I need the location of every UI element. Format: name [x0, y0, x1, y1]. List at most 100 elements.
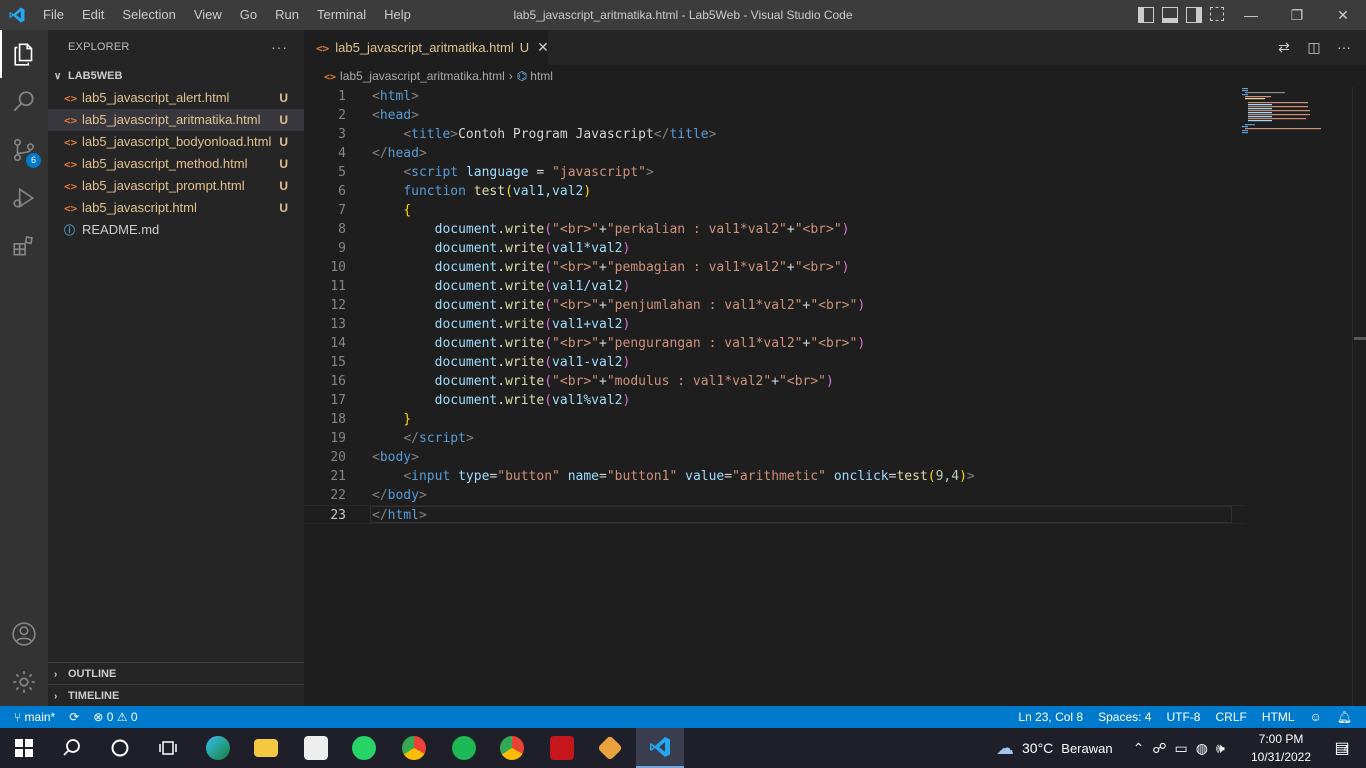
- settings-gear-icon[interactable]: [0, 658, 48, 706]
- toggle-panel-icon[interactable]: [1162, 7, 1178, 23]
- warning-count: 0: [130, 710, 138, 724]
- token: "modulus : val1*val2": [606, 374, 772, 389]
- menu-help[interactable]: Help: [375, 0, 420, 30]
- customize-layout-icon[interactable]: [1210, 7, 1224, 21]
- line-number: 2: [338, 108, 346, 123]
- run-debug-icon[interactable]: [0, 174, 48, 222]
- sync-icon[interactable]: ⟳: [69, 706, 79, 728]
- microsoft-store-icon[interactable]: [292, 728, 340, 768]
- close-button[interactable]: ✕: [1320, 0, 1366, 30]
- volume-icon[interactable]: 🕪︎: [1216, 740, 1225, 757]
- chrome-icon[interactable]: [390, 728, 438, 768]
- breadcrumb-file[interactable]: lab5_javascript_aritmatika.html: [340, 69, 505, 83]
- problems-status[interactable]: ⊗ 0 ⚠ 0: [93, 706, 137, 728]
- more-actions-icon[interactable]: ···: [271, 30, 288, 65]
- vscode-logo-icon: [9, 7, 25, 23]
- menu-run[interactable]: Run: [266, 0, 308, 30]
- breadcrumb-symbol[interactable]: html: [530, 69, 553, 83]
- file-item[interactable]: <> lab5_javascript_aritmatika.html U: [48, 109, 304, 131]
- search-icon[interactable]: [48, 728, 96, 768]
- notifications-bell-icon[interactable]: 🔔︎: [1337, 706, 1352, 728]
- line-number: 12: [330, 298, 346, 313]
- spotify-icon[interactable]: [440, 728, 488, 768]
- code-line: 20 <body>: [304, 448, 1244, 467]
- menu-view[interactable]: View: [185, 0, 231, 30]
- battery-icon[interactable]: ▭: [1175, 740, 1188, 757]
- token: body: [387, 488, 419, 503]
- git-tool-icon[interactable]: [586, 728, 634, 768]
- explorer-icon[interactable]: [0, 30, 48, 78]
- file-item[interactable]: <> lab5_javascript.html U: [48, 197, 304, 219]
- tray-overflow-icon[interactable]: ⌃: [1133, 740, 1145, 757]
- token: document: [434, 355, 498, 370]
- edge-browser-icon[interactable]: [194, 728, 242, 768]
- end-of-line[interactable]: CRLF: [1215, 706, 1246, 728]
- accounts-icon[interactable]: [0, 610, 48, 658]
- outline-section[interactable]: › OUTLINE: [48, 662, 304, 684]
- file-item[interactable]: <> lab5_javascript_method.html U: [48, 153, 304, 175]
- vertical-scrollbar[interactable]: [1352, 87, 1366, 706]
- file-item[interactable]: <> lab5_javascript_prompt.html U: [48, 175, 304, 197]
- notification-count: 4: [1343, 744, 1349, 754]
- file-name: lab5_javascript_prompt.html: [82, 178, 245, 193]
- pdf-reader-icon[interactable]: [538, 728, 586, 768]
- menu-file[interactable]: File: [34, 0, 73, 30]
- token: document: [434, 336, 498, 351]
- menu-terminal[interactable]: Terminal: [308, 0, 375, 30]
- feedback-icon[interactable]: ☺: [1310, 706, 1322, 728]
- timeline-section[interactable]: › TIMELINE: [48, 684, 304, 706]
- clock[interactable]: 7:00 PM 10/31/2022: [1248, 730, 1314, 766]
- file-explorer-icon[interactable]: [242, 728, 290, 768]
- breadcrumb: <> lab5_javascript_aritmatika.html › ⌬ html: [304, 65, 1366, 87]
- token: test: [896, 469, 928, 484]
- weather-desc[interactable]: Berawan: [1061, 741, 1112, 756]
- tab-aritmatika[interactable]: <> lab5_javascript_aritmatika.html U ✕: [304, 30, 549, 65]
- folder-lab5web[interactable]: ∨ LAB5WEB: [48, 65, 304, 87]
- toggle-sidebar-icon[interactable]: [1138, 7, 1154, 23]
- whatsapp-icon[interactable]: [340, 728, 388, 768]
- split-editor-icon[interactable]: ◫: [1306, 39, 1322, 55]
- chrome-profile-icon[interactable]: [488, 728, 536, 768]
- line-number: 17: [330, 393, 346, 408]
- token: val1%val2: [552, 393, 623, 408]
- token: "<br>": [552, 222, 600, 237]
- language-mode[interactable]: HTML: [1262, 706, 1295, 728]
- minimap[interactable]: [1240, 87, 1340, 137]
- file-item[interactable]: <> lab5_javascript_bodyonload.html U: [48, 131, 304, 153]
- encoding[interactable]: UTF-8: [1166, 706, 1200, 728]
- token: "<br>": [794, 222, 842, 237]
- source-control-icon[interactable]: 6: [0, 126, 48, 174]
- branch-name: main*: [24, 710, 56, 724]
- minimize-button[interactable]: —: [1228, 0, 1274, 30]
- token: val1*val2: [552, 241, 623, 256]
- branch-status[interactable]: ⑂ main*: [14, 706, 55, 728]
- search-icon[interactable]: [0, 78, 48, 126]
- menu-edit[interactable]: Edit: [73, 0, 113, 30]
- token: write: [505, 336, 545, 351]
- close-tab-icon[interactable]: ✕: [537, 39, 549, 55]
- menu-selection[interactable]: Selection: [113, 0, 184, 30]
- window-title: lab5_javascript_aritmatika.html - Lab5We…: [513, 8, 853, 22]
- network-icon[interactable]: ☍: [1152, 740, 1166, 757]
- extensions-icon[interactable]: [0, 222, 48, 270]
- windows-start-icon[interactable]: [0, 728, 48, 768]
- weather-temp[interactable]: 30°C: [1022, 740, 1053, 756]
- open-changes-icon[interactable]: ⇄: [1276, 39, 1292, 55]
- restore-button[interactable]: ❐: [1274, 0, 1320, 30]
- untracked-badge: U: [279, 179, 288, 193]
- notification-center-icon[interactable]: ▤ 4: [1318, 728, 1366, 768]
- task-view-icon[interactable]: [144, 728, 192, 768]
- token: write: [505, 317, 545, 332]
- cortana-icon[interactable]: [96, 728, 144, 768]
- file-item[interactable]: <> lab5_javascript_alert.html U: [48, 87, 304, 109]
- more-actions-icon[interactable]: ···: [1336, 39, 1352, 55]
- cursor-position[interactable]: Ln 23, Col 8: [1018, 706, 1083, 728]
- vscode-taskbar-icon[interactable]: [636, 728, 684, 768]
- indentation[interactable]: Spaces: 4: [1098, 706, 1151, 728]
- file-item[interactable]: ⓘ README.md: [48, 219, 304, 241]
- menu-go[interactable]: Go: [231, 0, 266, 30]
- toggle-secondary-sidebar-icon[interactable]: [1186, 7, 1202, 23]
- code-line: 12 document.write("<br>"+"penjumlahan : …: [304, 296, 1244, 315]
- globe-icon[interactable]: ◍: [1196, 740, 1208, 757]
- code-editor[interactable]: 1 <html> 2 <head> 3 <title>Contoh Program …: [304, 87, 1366, 706]
